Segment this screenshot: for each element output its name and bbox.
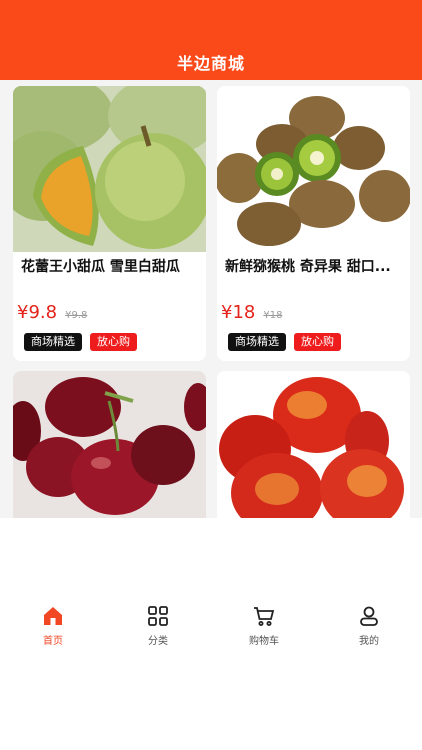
page-title: 半边商城 [176, 54, 245, 73]
tab-category-label: 分类 [148, 636, 168, 647]
app-header: 半边商城 [0, 0, 422, 80]
tag-safe-buy: 放心购 [90, 333, 137, 351]
product-tags: 商场精选 放心购 [24, 333, 145, 351]
product-original-price: ¥9.8 [65, 310, 88, 321]
tab-home[interactable]: 首页 [3, 590, 103, 647]
product-name[interactable]: 新鲜猕猴桃 奇异果 甜口... [225, 258, 402, 277]
cart-icon [252, 604, 276, 628]
tag-mall-selected: 商场精选 [24, 333, 82, 351]
tab-cart[interactable]: 购物车 [214, 590, 314, 647]
product-card-cherry[interactable] [13, 371, 206, 518]
tag-safe-buy: 放心购 [294, 333, 341, 351]
bottom-tab-bar: 首页 分类 购物车 我的 [0, 590, 422, 650]
person-icon [357, 604, 381, 628]
tab-mine-label: 我的 [359, 636, 379, 647]
product-feed[interactable]: 花蕾王小甜瓜 雪里白甜瓜 ¥9.8 ¥9.8 商场精选 放心购 新鲜猕猴桃 奇异… [0, 80, 422, 518]
product-image-melon[interactable] [13, 86, 206, 252]
tab-category[interactable]: 分类 [108, 590, 208, 647]
product-image-cherry[interactable] [13, 371, 206, 518]
product-tags: 商场精选 放心购 [228, 333, 349, 351]
price-row: ¥18 ¥18 [221, 302, 282, 323]
product-card-nectarine[interactable] [217, 371, 410, 518]
tag-mall-selected: 商场精选 [228, 333, 286, 351]
tab-mine[interactable]: 我的 [319, 590, 419, 647]
product-card-kiwi[interactable]: 新鲜猕猴桃 奇异果 甜口... ¥18 ¥18 商场精选 放心购 [217, 86, 410, 361]
product-card-melon[interactable]: 花蕾王小甜瓜 雪里白甜瓜 ¥9.8 ¥9.8 商场精选 放心购 [13, 86, 206, 361]
home-icon [41, 604, 65, 628]
tab-cart-label: 购物车 [249, 636, 279, 647]
price-row: ¥9.8 ¥9.8 [17, 302, 87, 323]
product-price: ¥9.8 [17, 302, 58, 323]
product-price: ¥18 [221, 302, 256, 323]
product-name[interactable]: 花蕾王小甜瓜 雪里白甜瓜 [21, 258, 198, 277]
product-original-price: ¥18 [263, 310, 283, 321]
tab-home-label: 首页 [43, 636, 63, 647]
product-image-kiwi[interactable] [217, 86, 410, 252]
grid-icon [146, 604, 170, 628]
product-image-nectarine[interactable] [217, 371, 410, 518]
